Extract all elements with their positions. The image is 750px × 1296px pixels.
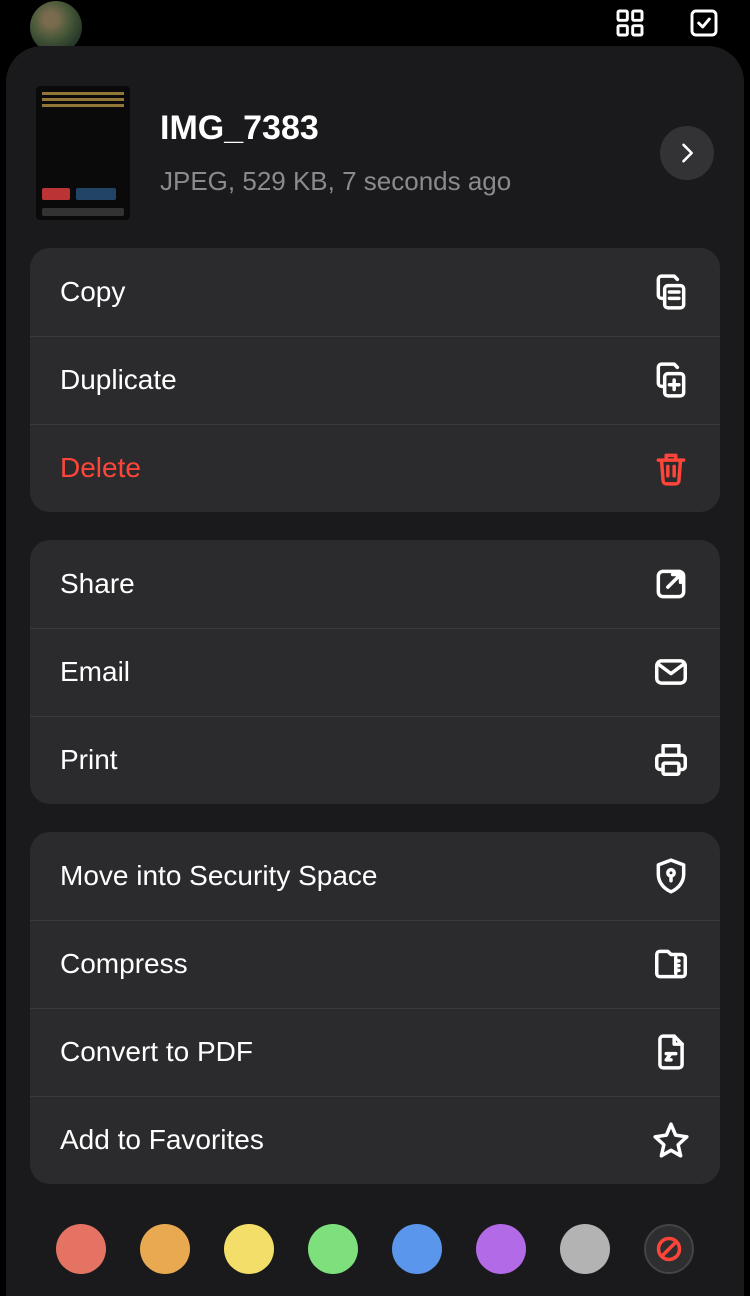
compress-icon	[652, 945, 690, 983]
row-label: Convert to PDF	[60, 1036, 253, 1068]
row-label: Copy	[60, 276, 125, 308]
security-space-row[interactable]: Move into Security Space	[30, 832, 720, 920]
file-title: IMG_7383	[160, 109, 630, 148]
share-icon	[652, 565, 690, 603]
duplicate-icon	[652, 361, 690, 399]
compress-row[interactable]: Compress	[30, 920, 720, 1008]
file-thumbnail[interactable]	[36, 86, 130, 220]
row-label: Print	[60, 744, 118, 776]
row-label: Share	[60, 568, 135, 600]
row-label: Delete	[60, 452, 141, 484]
email-row[interactable]: Email	[30, 628, 720, 716]
email-icon	[652, 653, 690, 691]
tag-color-gray[interactable]	[560, 1224, 610, 1274]
row-label: Duplicate	[60, 364, 177, 396]
copy-icon	[652, 273, 690, 311]
trash-icon	[652, 449, 690, 487]
print-row[interactable]: Print	[30, 716, 720, 804]
details-button[interactable]	[660, 126, 714, 180]
tag-color-blue[interactable]	[392, 1224, 442, 1274]
share-row[interactable]: Share	[30, 540, 720, 628]
convert-pdf-icon	[652, 1033, 690, 1071]
convert-pdf-row[interactable]: Convert to PDF	[30, 1008, 720, 1096]
copy-row[interactable]: Copy	[30, 248, 720, 336]
file-subtitle: JPEG, 529 KB, 7 seconds ago	[160, 166, 630, 197]
tag-color-red[interactable]	[56, 1224, 106, 1274]
favorites-row[interactable]: Add to Favorites	[30, 1096, 720, 1184]
tag-colors	[30, 1212, 720, 1274]
tag-color-none[interactable]	[644, 1224, 694, 1274]
row-label: Add to Favorites	[60, 1124, 264, 1156]
select-icon[interactable]	[688, 7, 720, 39]
row-label: Move into Security Space	[60, 860, 378, 892]
action-group-1: Copy Duplicate Delete	[30, 248, 720, 512]
row-label: Compress	[60, 948, 188, 980]
duplicate-row[interactable]: Duplicate	[30, 336, 720, 424]
tag-color-purple[interactable]	[476, 1224, 526, 1274]
delete-row[interactable]: Delete	[30, 424, 720, 512]
action-group-2: Share Email Print	[30, 540, 720, 804]
action-group-3: Move into Security Space Compress Conver…	[30, 832, 720, 1184]
tag-color-green[interactable]	[308, 1224, 358, 1274]
row-label: Email	[60, 656, 130, 688]
shield-lock-icon	[652, 857, 690, 895]
file-header: IMG_7383 JPEG, 529 KB, 7 seconds ago	[30, 86, 720, 248]
tag-color-orange[interactable]	[140, 1224, 190, 1274]
tag-color-yellow[interactable]	[224, 1224, 274, 1274]
grid-view-icon[interactable]	[614, 7, 646, 39]
action-sheet: IMG_7383 JPEG, 529 KB, 7 seconds ago Cop…	[6, 46, 744, 1296]
star-icon	[652, 1121, 690, 1159]
print-icon	[652, 741, 690, 779]
